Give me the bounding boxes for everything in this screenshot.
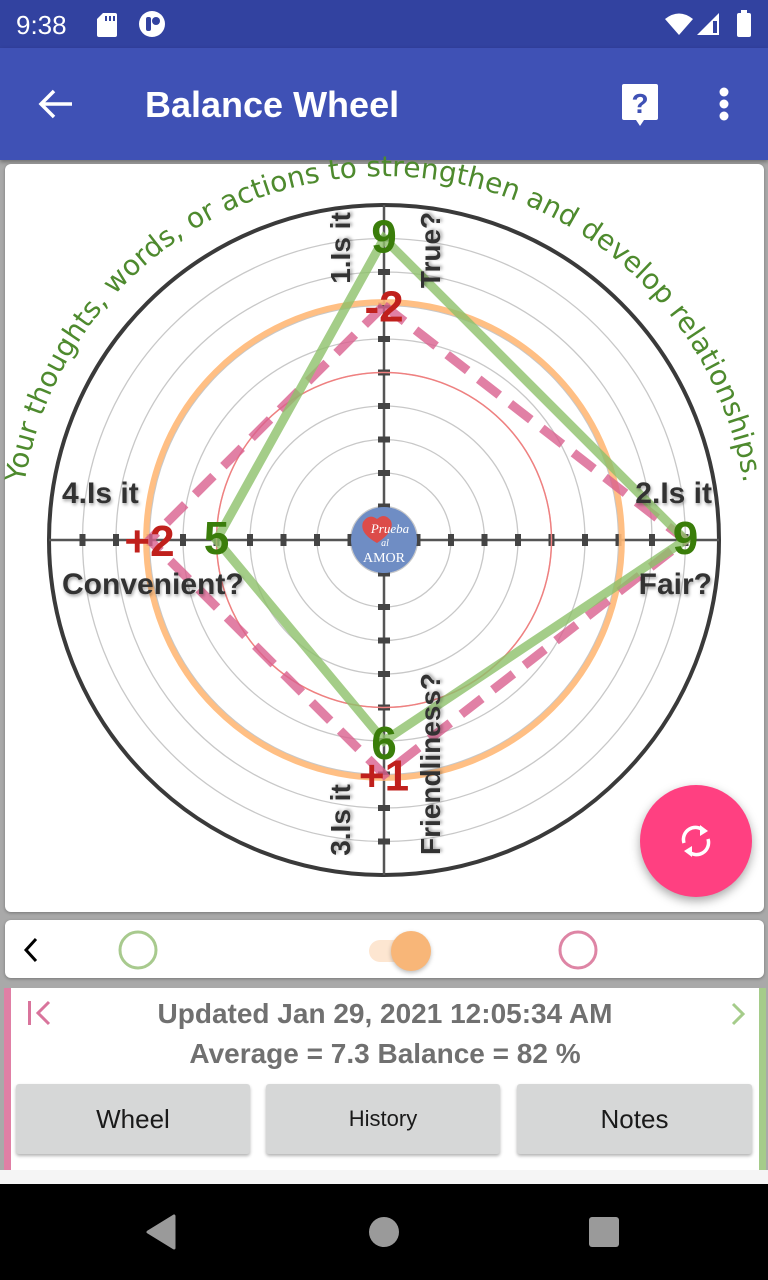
chart-card: Prueba al AMOR 1.Is it True? 2.Is it Fair? 3… — [0, 150, 768, 912]
axis-tick — [378, 838, 390, 845]
history-button[interactable]: History — [266, 1084, 500, 1154]
axis-tick — [582, 534, 588, 546]
series-toggle[interactable] — [365, 930, 435, 971]
axis-tick — [247, 534, 253, 546]
axis-label-3-line2: Friendliness? — [415, 673, 446, 855]
summary-text: Average = 7.3 Balance = 82 % — [189, 1038, 581, 1069]
balance-wheel-chart[interactable]: Prueba al AMOR 1.Is it True? 2.Is it Fair? 3… — [0, 0, 768, 920]
axis-tick — [378, 403, 390, 409]
axis-tick — [314, 534, 320, 546]
value-label-1: 9 — [371, 211, 397, 263]
green-circle-icon[interactable] — [117, 929, 159, 971]
value-label-2: 9 — [673, 512, 699, 564]
axis-tick — [515, 534, 521, 546]
axis-label-2-line2: Fair? — [639, 568, 712, 601]
nav-recents-icon[interactable] — [586, 1214, 622, 1250]
info-card: Updated Jan 29, 2021 12:05:34 AM Average… — [4, 988, 766, 1170]
axis-tick — [378, 470, 390, 476]
axis-tick — [378, 671, 390, 677]
axis-tick — [481, 534, 488, 546]
notes-button[interactable]: Notes — [517, 1084, 752, 1154]
bottom-strip — [0, 1170, 768, 1184]
axis-label-3-line1: 3.Is it — [325, 784, 356, 856]
delta-label-3: +1 — [359, 752, 409, 801]
refresh-button[interactable] — [640, 785, 752, 897]
axis-tick — [378, 637, 390, 644]
axis-label-1-line2: True? — [415, 212, 446, 288]
axis-label-4-line2: Convenient? — [62, 568, 244, 601]
axis-tick — [378, 336, 390, 342]
axis-label-2-line1: 2.Is it — [635, 477, 712, 510]
center-logo: Prueba al AMOR — [351, 507, 417, 573]
value-label-4: 5 — [204, 512, 230, 564]
refresh-icon — [681, 825, 711, 857]
pink-circle-icon[interactable] — [557, 929, 599, 971]
nav-home-icon[interactable] — [366, 1214, 402, 1250]
axis-tick — [378, 805, 390, 811]
axis-tick — [280, 534, 287, 546]
axis-label-1-line1: 1.Is it — [325, 212, 356, 284]
toggle-thumb — [391, 931, 431, 971]
chevron-left-icon[interactable] — [21, 937, 41, 963]
logo-text-3: AMOR — [363, 551, 406, 566]
axis-tick — [79, 534, 86, 546]
updated-timestamp: Updated Jan 29, 2021 12:05:34 AM — [157, 998, 613, 1029]
axis-tick — [378, 436, 390, 443]
wheel-button[interactable]: Wheel — [16, 1084, 250, 1154]
axis-tick — [448, 534, 454, 546]
delta-label-4: +2 — [124, 517, 174, 566]
axis-tick — [649, 534, 655, 546]
series-controls — [5, 920, 764, 978]
logo-text-2: al — [381, 538, 389, 549]
axis-tick — [113, 534, 119, 546]
system-nav-bar — [0, 1184, 768, 1280]
chevron-right-icon[interactable] — [727, 1000, 749, 1028]
nav-back-icon[interactable] — [144, 1212, 178, 1252]
axis-tick — [378, 269, 390, 275]
axis-label-4-line1: 4.Is it — [62, 477, 139, 510]
delta-label-1: -2 — [364, 283, 403, 332]
axis-tick — [180, 534, 186, 546]
logo-text-1: Prueba — [370, 521, 410, 536]
axis-tick — [378, 604, 390, 610]
